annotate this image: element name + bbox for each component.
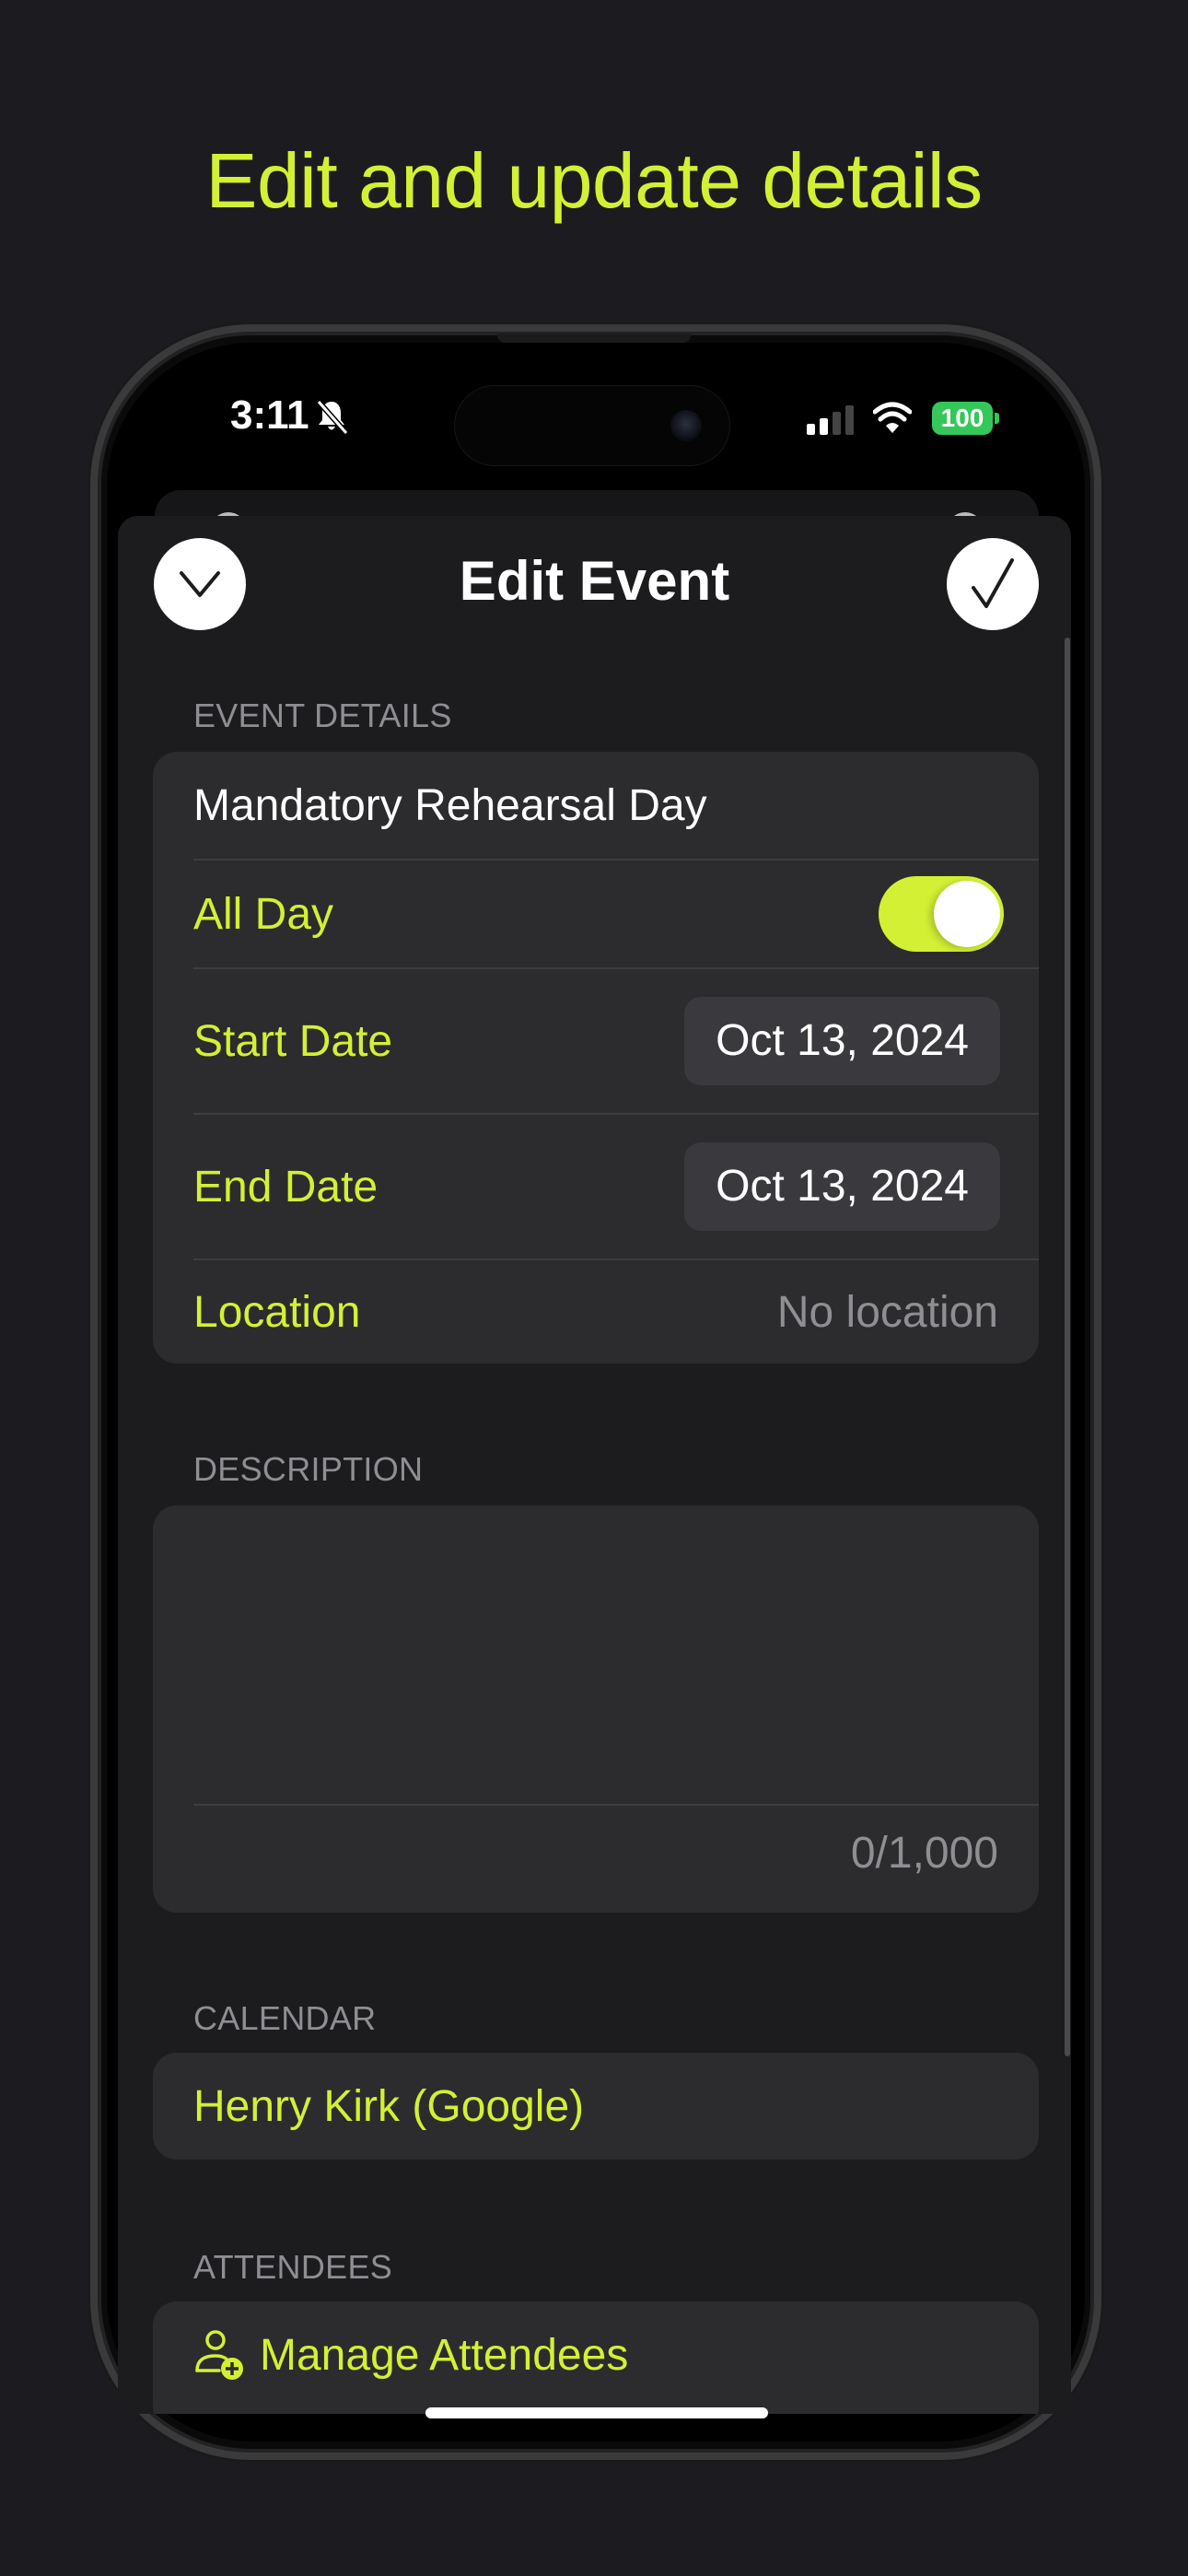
section-label-calendar: CALENDAR (193, 1999, 377, 2037)
scrollbar[interactable] (1065, 638, 1070, 2056)
person-add-icon (195, 2330, 243, 2380)
save-button[interactable] (947, 538, 1039, 630)
all-day-row: All Day (193, 861, 1039, 969)
location-label: Location (193, 1287, 361, 1337)
event-details-card: Mandatory Rehearsal Day All Day Start Da… (153, 752, 1039, 1364)
wifi-icon (873, 402, 912, 433)
end-date-label: End Date (193, 1162, 379, 1212)
battery-nub (995, 413, 999, 424)
all-day-toggle[interactable] (879, 876, 1004, 952)
end-date-picker[interactable]: Oct 13, 2024 (684, 1142, 1000, 1231)
start-date-row: Start Date Oct 13, 2024 (193, 969, 1039, 1115)
description-char-count: 0/1,000 (850, 1829, 998, 1878)
manage-attendees-row[interactable]: Manage Attendees (193, 2301, 1039, 2408)
section-label-event-details: EVENT DETAILS (193, 697, 452, 734)
promo-headline: Edit and update details (205, 137, 983, 224)
toggle-knob (934, 881, 1000, 947)
manage-attendees-button[interactable]: Manage Attendees (153, 2301, 1039, 2414)
description-card: 0/1,000 (153, 1505, 1039, 1913)
calendar-picker[interactable]: Henry Kirk (Google) (153, 2053, 1039, 2160)
calendar-value: Henry Kirk (Google) (193, 2081, 585, 2131)
event-title-row[interactable]: Mandatory Rehearsal Day (193, 752, 1039, 861)
phone-speaker-grill (497, 334, 691, 343)
front-camera (670, 410, 702, 441)
end-date-row: End Date Oct 13, 2024 (193, 1115, 1039, 1260)
event-title-input[interactable]: Mandatory Rehearsal Day (193, 780, 707, 831)
all-day-label: All Day (193, 889, 334, 939)
section-label-description: DESCRIPTION (193, 1450, 424, 1488)
dynamic-island (454, 385, 730, 466)
description-input[interactable] (193, 1505, 1039, 1806)
manage-attendees-label: Manage Attendees (260, 2330, 629, 2380)
location-input[interactable]: No location (777, 1287, 998, 1338)
sheet-title: Edit Event (459, 550, 730, 612)
edit-event-sheet: Edit Event EVENT DETAILS Mandatory Rehea… (118, 516, 1071, 2414)
calendar-row[interactable]: Henry Kirk (Google) (193, 2053, 1039, 2160)
battery-indicator: 100 (932, 402, 993, 435)
checkmark-icon (972, 558, 1014, 608)
cellular-signal-icon (807, 405, 854, 435)
status-time: 3:11 (230, 392, 309, 438)
start-date-picker[interactable]: Oct 13, 2024 (684, 997, 1000, 1085)
home-indicator[interactable] (425, 2407, 768, 2418)
section-label-attendees: ATTENDEES (193, 2248, 393, 2286)
location-row[interactable]: Location No location (193, 1260, 1039, 1364)
start-date-label: Start Date (193, 1016, 393, 1066)
bell-slash-icon (316, 400, 348, 435)
